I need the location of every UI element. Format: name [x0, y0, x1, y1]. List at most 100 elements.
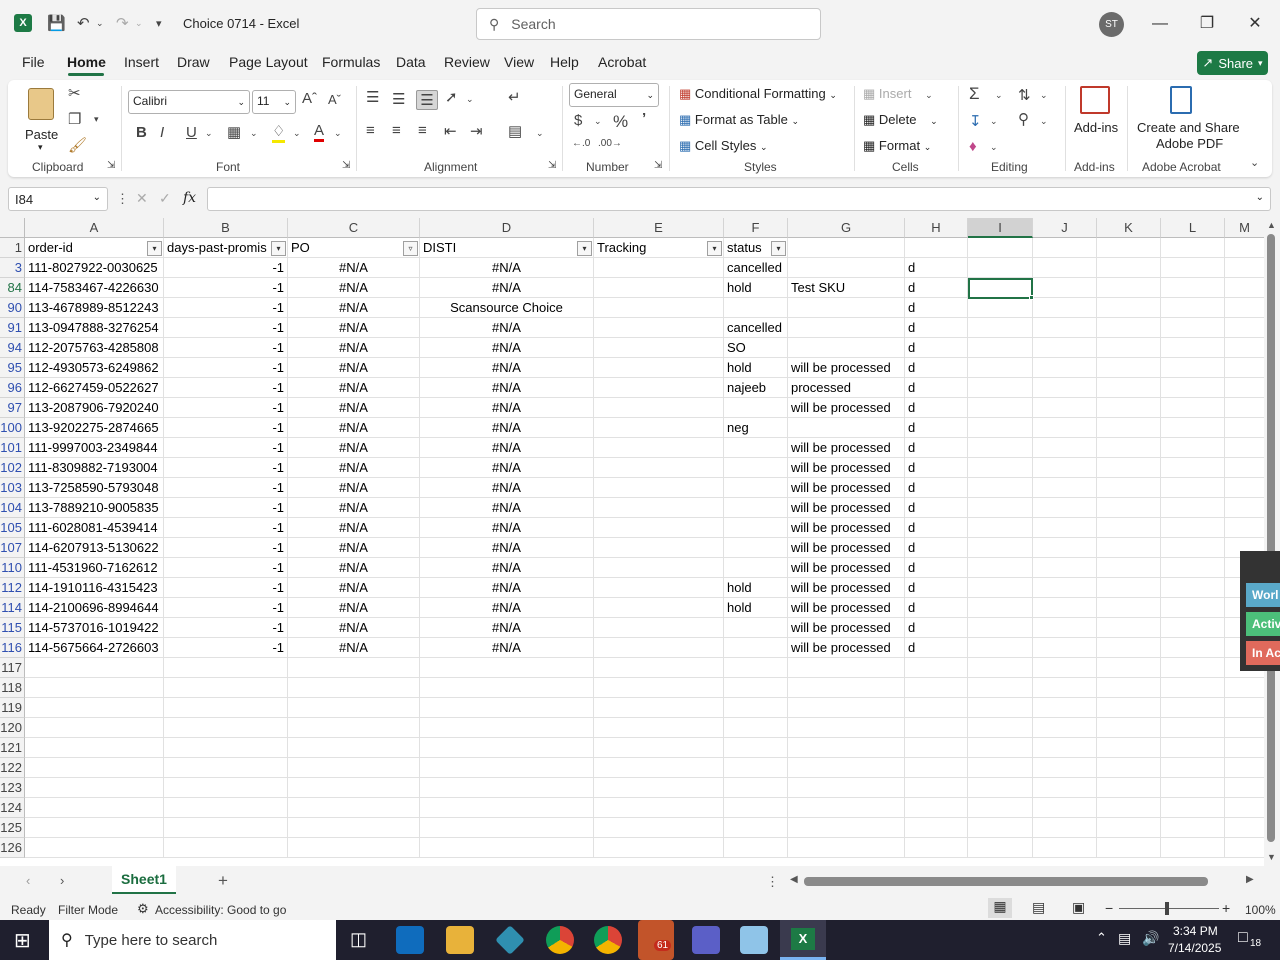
cell-d[interactable]: #N/A: [420, 618, 594, 638]
redo-dropdown-icon[interactable]: ⌄: [135, 18, 143, 29]
cell-h[interactable]: d: [905, 458, 968, 478]
tab-help[interactable]: Help: [550, 54, 579, 70]
cell-b[interactable]: -1: [164, 578, 288, 598]
row-header[interactable]: 94: [0, 338, 25, 358]
minimize-icon[interactable]: —: [1145, 10, 1175, 38]
tab-review[interactable]: Review: [444, 54, 490, 70]
increase-font-size-icon[interactable]: Aˆ: [302, 90, 317, 107]
customize-toolbar-icon[interactable]: ▾: [156, 17, 162, 30]
cell-c[interactable]: #N/A: [288, 578, 420, 598]
avatar[interactable]: ST: [1099, 12, 1124, 37]
paste-button[interactable]: Paste ▾: [22, 86, 58, 152]
orientation-icon[interactable]: ➚: [445, 88, 458, 106]
cell-g[interactable]: [788, 258, 905, 278]
teams-icon[interactable]: [692, 926, 720, 954]
cell-j[interactable]: [1033, 358, 1097, 378]
scroll-down-icon[interactable]: ▼: [1267, 852, 1276, 862]
cell-d[interactable]: [420, 658, 594, 678]
middle-align-icon[interactable]: ☰: [392, 90, 405, 108]
cell-a[interactable]: 113-7258590-5793048: [25, 478, 164, 498]
cell-e[interactable]: [594, 818, 724, 838]
cell-j[interactable]: [1033, 758, 1097, 778]
cell-f[interactable]: cancelled: [724, 258, 788, 278]
cell-a[interactable]: [25, 698, 164, 718]
add-sheet-icon[interactable]: +: [218, 871, 228, 891]
cell-k[interactable]: [1097, 538, 1161, 558]
header-cell-k[interactable]: [1097, 238, 1161, 258]
cell-f[interactable]: [724, 518, 788, 538]
cell-g[interactable]: [788, 718, 905, 738]
restore-icon[interactable]: ❐: [1192, 10, 1222, 38]
cell-b[interactable]: -1: [164, 498, 288, 518]
find-select-dropdown-icon[interactable]: ⌄: [1040, 116, 1048, 127]
cell-d[interactable]: #N/A: [420, 278, 594, 298]
cell-k[interactable]: [1097, 278, 1161, 298]
header-cell-l[interactable]: [1161, 238, 1225, 258]
cell-a[interactable]: [25, 658, 164, 678]
cell-k[interactable]: [1097, 778, 1161, 798]
cell-h[interactable]: d: [905, 538, 968, 558]
app-diamond-icon[interactable]: [495, 925, 525, 955]
cell-m[interactable]: [1225, 818, 1264, 838]
cell-c[interactable]: #N/A: [288, 598, 420, 618]
cell-k[interactable]: [1097, 438, 1161, 458]
cell-c[interactable]: #N/A: [288, 298, 420, 318]
column-header-m[interactable]: M: [1225, 218, 1264, 238]
cell-l[interactable]: [1161, 278, 1225, 298]
cell-b[interactable]: -1: [164, 338, 288, 358]
cell-l[interactable]: [1161, 318, 1225, 338]
cell-j[interactable]: [1033, 838, 1097, 858]
cell-g[interactable]: [788, 838, 905, 858]
cell-h[interactable]: d: [905, 318, 968, 338]
sort-filter-icon[interactable]: ⇅: [1018, 86, 1031, 104]
cell-j[interactable]: [1033, 278, 1097, 298]
merge-center-icon[interactable]: ▤: [508, 122, 522, 140]
cell-g[interactable]: [788, 678, 905, 698]
cell-l[interactable]: [1161, 618, 1225, 638]
cell-h[interactable]: [905, 798, 968, 818]
font-launcher-icon[interactable]: ⇲: [342, 160, 350, 171]
cell-g[interactable]: [788, 738, 905, 758]
copy-icon[interactable]: ❐: [68, 110, 81, 128]
save-icon[interactable]: 💾: [47, 14, 66, 32]
cell-e[interactable]: [594, 718, 724, 738]
cell-d[interactable]: #N/A: [420, 518, 594, 538]
cell-j[interactable]: [1033, 498, 1097, 518]
cell-h[interactable]: d: [905, 518, 968, 538]
row-header[interactable]: 125: [0, 818, 25, 838]
cell-b[interactable]: -1: [164, 598, 288, 618]
zoom-slider-thumb[interactable]: [1165, 902, 1169, 915]
scroll-up-icon[interactable]: ▲: [1267, 220, 1276, 230]
cell-d[interactable]: [420, 818, 594, 838]
cell-c[interactable]: #N/A: [288, 538, 420, 558]
delete-cells-button[interactable]: ▦ Delete ⌄: [863, 112, 938, 128]
cell-e[interactable]: [594, 638, 724, 658]
cell-m[interactable]: [1225, 378, 1264, 398]
filter-dropdown-icon[interactable]: ▾: [771, 241, 786, 256]
cell-b[interactable]: -1: [164, 258, 288, 278]
cell-i[interactable]: [968, 758, 1033, 778]
align-left-icon[interactable]: ≡: [366, 122, 375, 139]
cell-d[interactable]: [420, 778, 594, 798]
tab-page-layout[interactable]: Page Layout: [229, 54, 308, 70]
cell-c[interactable]: [288, 698, 420, 718]
cell-j[interactable]: [1033, 258, 1097, 278]
cell-k[interactable]: [1097, 258, 1161, 278]
cell-j[interactable]: [1033, 578, 1097, 598]
page-break-view-icon[interactable]: ▣: [1072, 899, 1085, 916]
clock-date[interactable]: 7/14/2025: [1168, 941, 1221, 955]
normal-view-icon[interactable]: ▦: [988, 898, 1012, 918]
number-launcher-icon[interactable]: ⇲: [654, 160, 662, 171]
cell-g[interactable]: [788, 818, 905, 838]
tab-data[interactable]: Data: [396, 54, 426, 70]
cell-h[interactable]: d: [905, 598, 968, 618]
cell-b[interactable]: -1: [164, 438, 288, 458]
cell-c[interactable]: #N/A: [288, 498, 420, 518]
cell-h[interactable]: [905, 758, 968, 778]
decrease-indent-icon[interactable]: ⇤: [444, 122, 457, 140]
zoom-slider[interactable]: [1119, 902, 1219, 915]
tab-draw[interactable]: Draw: [177, 54, 210, 70]
cell-e[interactable]: [594, 438, 724, 458]
row-header[interactable]: 126: [0, 838, 25, 858]
cell-j[interactable]: [1033, 318, 1097, 338]
